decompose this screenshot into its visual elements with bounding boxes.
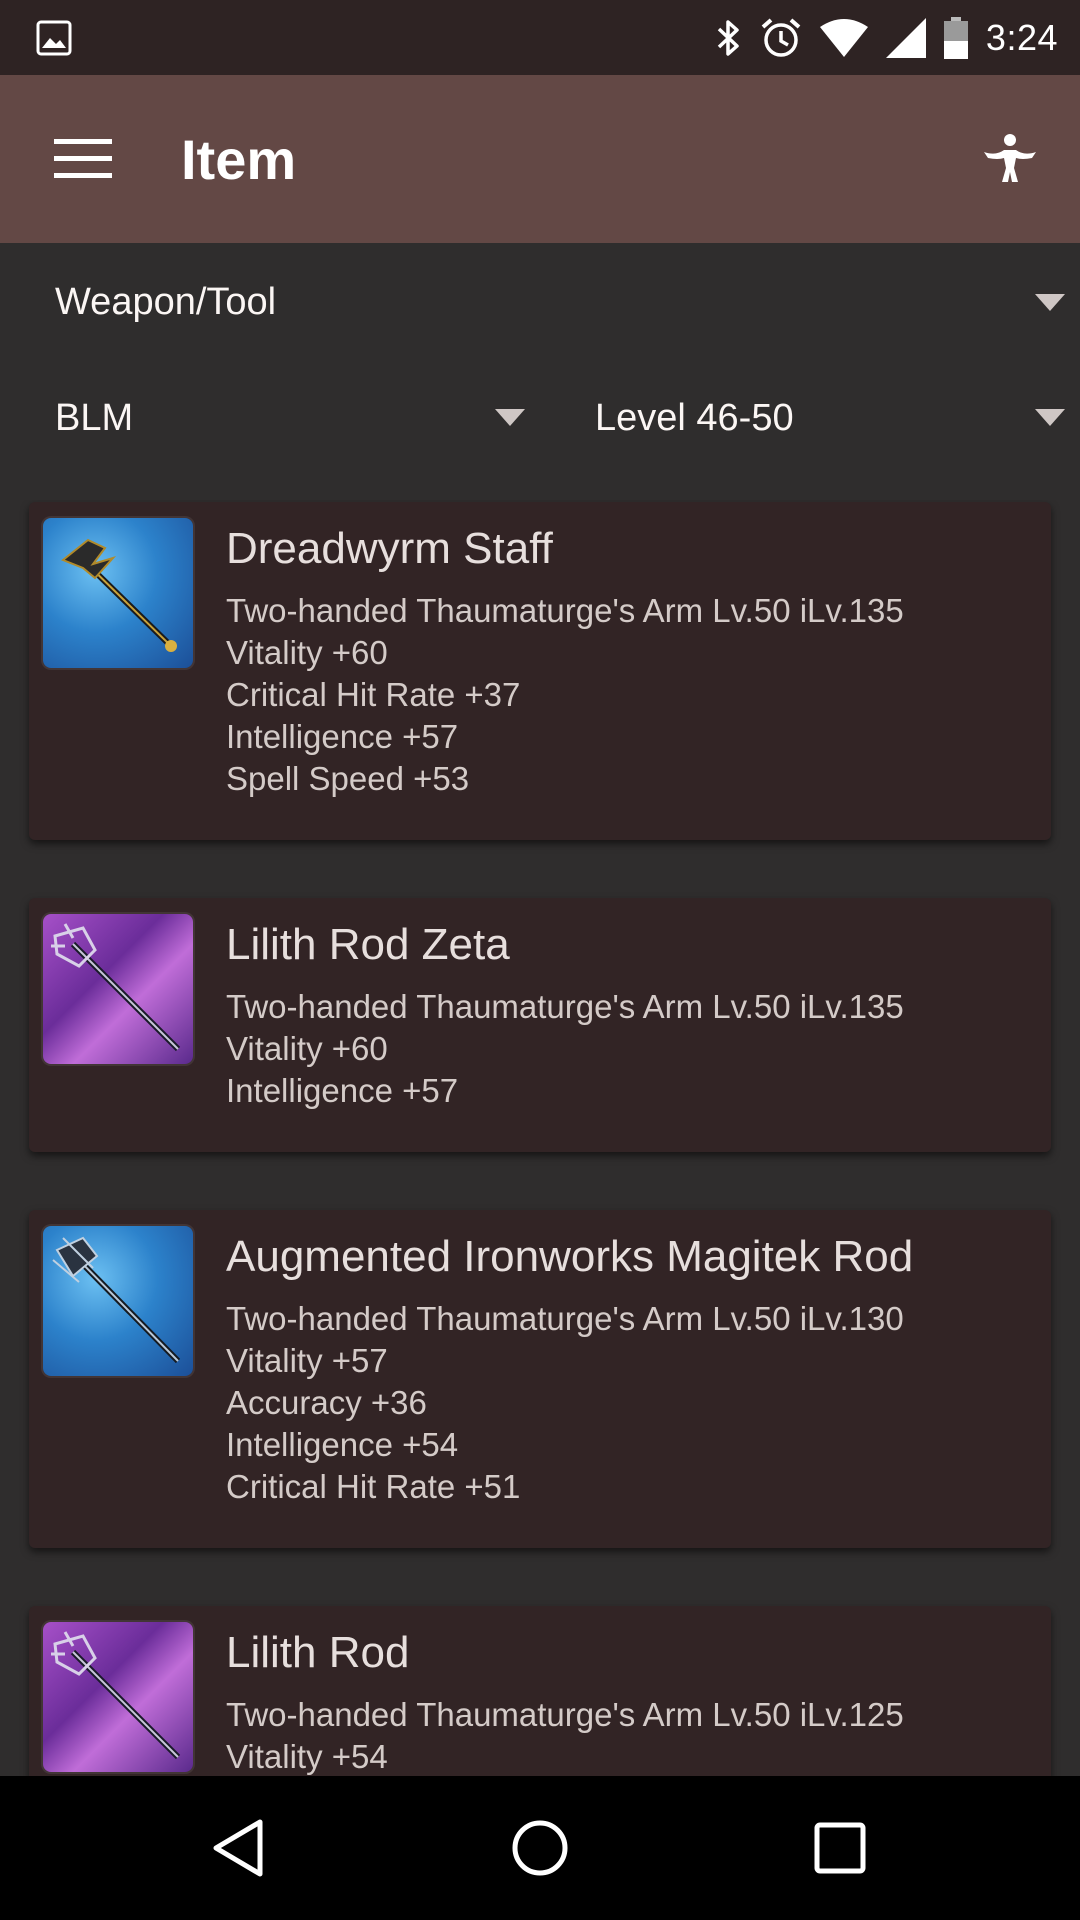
item-type: Two-handed Thaumaturge's Arm Lv.50 iLv.1… bbox=[226, 988, 904, 1025]
chevron-down-icon[interactable] bbox=[1035, 294, 1065, 311]
item-name: Lilith Rod Zeta bbox=[226, 920, 510, 969]
item-type: Two-handed Thaumaturge's Arm Lv.50 iLv.1… bbox=[226, 592, 904, 629]
rod-icon bbox=[43, 914, 193, 1064]
list-item[interactable]: Dreadwyrm Staff Two-handed Thaumaturge's… bbox=[29, 502, 1051, 840]
menu-icon[interactable] bbox=[54, 137, 112, 181]
back-icon[interactable] bbox=[208, 1816, 272, 1880]
item-stat: Vitality +60 bbox=[226, 634, 388, 671]
item-type: Two-handed Thaumaturge's Arm Lv.50 iLv.1… bbox=[226, 1696, 904, 1733]
item-stat: Spell Speed +53 bbox=[226, 760, 470, 797]
item-stat: Critical Hit Rate +37 bbox=[226, 676, 521, 713]
item-stat: Intelligence +57 bbox=[226, 718, 459, 755]
home-icon[interactable] bbox=[508, 1816, 572, 1880]
wifi-icon bbox=[819, 18, 868, 57]
image-icon bbox=[36, 20, 72, 56]
alarm-icon bbox=[761, 17, 801, 57]
job-level-filters: BLM Level 46-50 bbox=[0, 363, 1080, 483]
item-name: Lilith Rod bbox=[226, 1628, 410, 1677]
clock-time: 3:24 bbox=[985, 16, 1058, 58]
item-stat: Vitality +60 bbox=[226, 1030, 388, 1067]
bluetooth-icon bbox=[717, 19, 739, 56]
item-type: Two-handed Thaumaturge's Arm Lv.50 iLv.1… bbox=[226, 1300, 904, 1337]
item-stat: Intelligence +57 bbox=[226, 1072, 459, 1109]
item-name: Dreadwyrm Staff bbox=[226, 524, 553, 573]
item-stat: Critical Hit Rate +51 bbox=[226, 1468, 521, 1505]
character-icon[interactable] bbox=[982, 130, 1038, 186]
item-stat: Accuracy +36 bbox=[226, 1384, 427, 1421]
recents-icon[interactable] bbox=[808, 1816, 872, 1880]
signal-icon bbox=[885, 17, 926, 58]
page-title: Item bbox=[181, 128, 297, 191]
battery-icon bbox=[943, 16, 968, 59]
item-list[interactable]: Dreadwyrm Staff Two-handed Thaumaturge's… bbox=[0, 500, 1080, 1776]
item-name: Augmented Ironworks Magitek Rod bbox=[226, 1232, 914, 1281]
level-select-value[interactable]: Level 46-50 bbox=[595, 397, 794, 440]
list-item[interactable]: Augmented Ironworks Magitek Rod Two-hand… bbox=[29, 1210, 1051, 1548]
level-chevron-down-icon[interactable] bbox=[1035, 409, 1065, 426]
staff-icon bbox=[43, 518, 193, 668]
job-select-value[interactable]: BLM bbox=[55, 397, 133, 440]
item-stat: Intelligence +54 bbox=[226, 1426, 459, 1463]
app-bar: Item bbox=[0, 75, 1080, 243]
item-stat: Vitality +54 bbox=[226, 1738, 388, 1775]
status-bar: 3:24 bbox=[0, 0, 1080, 75]
list-item[interactable]: Lilith Rod Two-handed Thaumaturge's Arm … bbox=[29, 1606, 1051, 1776]
category-select-value[interactable]: Weapon/Tool bbox=[55, 281, 276, 324]
item-stat: Vitality +57 bbox=[226, 1342, 388, 1379]
list-item[interactable]: Lilith Rod Zeta Two-handed Thaumaturge's… bbox=[29, 898, 1051, 1152]
rod-icon bbox=[43, 1622, 193, 1772]
job-chevron-down-icon[interactable] bbox=[495, 409, 525, 426]
category-filter[interactable]: Weapon/Tool bbox=[0, 243, 1080, 363]
navigation-bar bbox=[0, 1776, 1080, 1920]
rod-icon bbox=[43, 1226, 193, 1376]
